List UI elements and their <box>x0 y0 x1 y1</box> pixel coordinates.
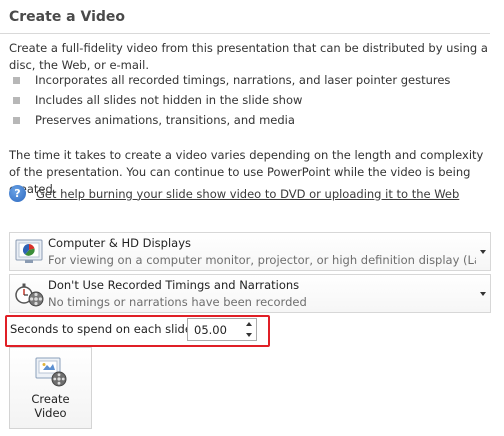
bullet-icon <box>13 76 20 84</box>
timings-dropdown-text: Don't Use Recorded Timings and Narration… <box>48 278 476 309</box>
stopwatch-film-icon <box>14 279 44 309</box>
spinner-buttons <box>241 319 256 340</box>
timings-subtitle: No timings or narrations have been recor… <box>48 295 307 309</box>
chevron-down-icon[interactable] <box>476 250 490 254</box>
description-text: Create a full-fidelity video from this p… <box>9 41 488 72</box>
bullet-text: Incorporates all recorded timings, narra… <box>35 73 451 87</box>
spin-down-icon[interactable] <box>241 330 256 341</box>
feature-list: Incorporates all recorded timings, narra… <box>9 70 489 130</box>
bullet-text: Preserves animations, transitions, and m… <box>35 113 295 127</box>
quality-dropdown[interactable]: Computer & HD Displays For viewing on a … <box>9 232 491 271</box>
seconds-input[interactable] <box>188 319 241 340</box>
help-row: ? Get help burning your slide show video… <box>9 185 459 202</box>
seconds-label: Seconds to spend on each slide: <box>10 322 196 336</box>
bullet-icon <box>13 116 20 124</box>
create-video-button[interactable]: Create Video <box>9 347 92 429</box>
timings-title: Don't Use Recorded Timings and Narration… <box>48 278 300 292</box>
quality-subtitle: For viewing on a computer monitor, proje… <box>48 253 476 267</box>
help-link[interactable]: Get help burning your slide show video t… <box>36 187 459 201</box>
spin-up-icon[interactable] <box>241 319 256 330</box>
create-video-icon <box>35 357 67 387</box>
list-item: Includes all slides not hidden in the sl… <box>9 90 489 110</box>
bullet-icon <box>13 96 20 104</box>
help-question-icon[interactable]: ? <box>9 185 26 202</box>
list-item: Incorporates all recorded timings, narra… <box>9 70 489 90</box>
quality-title: Computer & HD Displays <box>48 236 191 250</box>
quality-dropdown-text: Computer & HD Displays For viewing on a … <box>48 236 476 267</box>
create-video-label: Create Video <box>31 392 70 420</box>
list-item: Preserves animations, transitions, and m… <box>9 110 489 130</box>
timings-dropdown[interactable]: Don't Use Recorded Timings and Narration… <box>9 274 491 313</box>
page-title: Create a Video <box>9 9 126 25</box>
chevron-down-icon[interactable] <box>476 292 490 296</box>
bullet-text: Includes all slides not hidden in the sl… <box>35 93 303 107</box>
monitor-chart-icon <box>14 237 44 267</box>
seconds-spinner[interactable] <box>187 318 257 341</box>
title-divider <box>0 33 490 34</box>
